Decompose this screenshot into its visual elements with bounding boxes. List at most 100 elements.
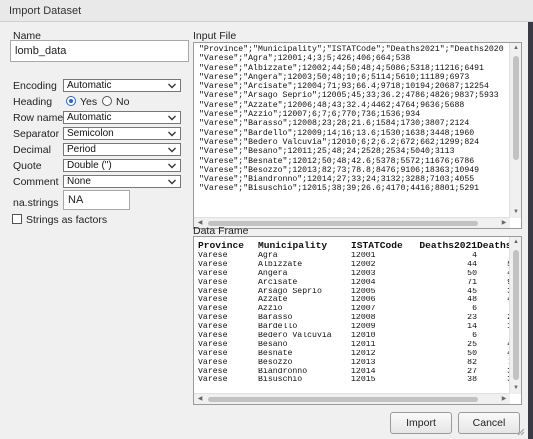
table-row: VareseBesano120112548 <box>198 341 517 350</box>
input-file-line: "Varese";"Besozzo";12013;82;73;78.8;8476… <box>199 165 480 175</box>
arrow-down-icon[interactable]: ▼ <box>510 383 521 394</box>
table-cell: 12007 <box>351 305 376 314</box>
table-cell: 6 <box>472 332 477 341</box>
table-cell: Varese <box>198 278 228 287</box>
table-cell: 14 <box>467 323 477 332</box>
table-cell: 12012 <box>351 349 376 358</box>
nastrings-input[interactable]: NA <box>63 190 130 210</box>
table-cell: 12006 <box>351 296 376 305</box>
arrow-left-icon[interactable]: ◀ <box>194 394 206 404</box>
table-cell: 12001 <box>351 252 376 260</box>
df-horizontal-scrollbar[interactable]: ◀ ▶ <box>194 393 510 404</box>
strings-as-factors-checkbox[interactable] <box>12 214 22 224</box>
strings-as-factors-label: Strings as factors <box>26 214 108 226</box>
input-file-header-line: "Province";"Municipality";"ISTATCode";"D… <box>199 45 504 54</box>
column-header[interactable]: ISTATCode <box>351 239 417 252</box>
table-cell: Bardello <box>258 323 298 332</box>
chevron-down-icon <box>168 163 176 169</box>
rownames-select[interactable]: Automatic <box>63 111 181 124</box>
arrow-right-icon[interactable]: ▶ <box>498 218 510 228</box>
heading-yes-label: Yes <box>80 96 98 108</box>
table-cell: 12014 <box>351 367 376 376</box>
table-cell: Varese <box>198 252 228 260</box>
input-file-line: "Varese";"Arsago Seprio";12005;45;33;36.… <box>199 91 499 101</box>
table-cell: 25 <box>467 340 477 349</box>
table-row: VareseAgra1200143 <box>198 252 517 261</box>
separator-value: Semicolon <box>67 128 114 139</box>
input-vscroll-thumb[interactable] <box>513 56 519 160</box>
table-row: VareseAngera120035048 <box>198 270 517 279</box>
table-cell: Arsago Seprio <box>258 287 322 296</box>
arrow-right-icon[interactable]: ▶ <box>498 394 510 404</box>
table-row: VareseAzzio1200767 <box>198 305 517 314</box>
table-row: VareseBiandronno120142733 <box>198 368 517 377</box>
table-cell: 12008 <box>351 314 376 323</box>
input-file-line: "Varese";"Angera";12003;50;48;10;6;5114;… <box>199 72 470 82</box>
comment-value: None <box>67 176 91 187</box>
encoding-select[interactable]: Automatic <box>63 79 181 92</box>
separator-select[interactable]: Semicolon <box>63 127 181 140</box>
input-file-line: "Varese";"Bedero Valcuvia";12010;6;2;6.2… <box>199 137 480 147</box>
arrow-down-icon[interactable]: ▼ <box>510 207 521 218</box>
table-cell: Varese <box>198 323 228 332</box>
chevron-down-icon <box>168 115 176 121</box>
df-hscroll-thumb[interactable] <box>208 397 478 402</box>
decimal-select[interactable]: Period <box>63 143 181 156</box>
table-cell: Varese <box>198 376 228 385</box>
heading-label: Heading <box>13 96 53 108</box>
df-vertical-scrollbar[interactable]: ▲ ▼ <box>509 237 521 394</box>
input-vertical-scrollbar[interactable]: ▲ ▼ <box>509 43 521 218</box>
table-cell: Agra <box>258 252 278 260</box>
table-cell: Besozzo <box>258 358 293 367</box>
encoding-value: Automatic <box>67 80 112 91</box>
arrow-up-icon[interactable]: ▲ <box>510 43 521 54</box>
input-file-line: "Varese";"Barasso";12008;23;28;21.6;1584… <box>199 119 470 129</box>
comment-select[interactable]: None <box>63 175 181 188</box>
table-cell: Varese <box>198 287 228 296</box>
table-cell: 48 <box>467 296 477 305</box>
cancel-button[interactable]: Cancel <box>458 412 520 434</box>
table-cell: 12015 <box>351 376 376 385</box>
table-cell: 50 <box>467 349 477 358</box>
table-cell: Azzio <box>258 305 283 314</box>
table-cell: Bisuschio <box>258 376 303 385</box>
df-vscroll-thumb[interactable] <box>513 250 519 380</box>
data-frame-panel[interactable]: Province Municipality ISTATCode Deaths2021D… <box>193 236 522 405</box>
column-header[interactable]: Deaths2021 <box>417 239 477 252</box>
chevron-down-icon <box>168 147 176 153</box>
column-header[interactable]: Province <box>198 239 258 252</box>
table-row: VareseAlbizzate120024450 <box>198 261 517 270</box>
data-frame-table: Province Municipality ISTATCode Deaths2021D… <box>198 239 517 385</box>
input-file-line: "Varese";"Agra";12001;4;3;5;426;406;664;… <box>199 54 411 64</box>
arrow-up-icon[interactable]: ▲ <box>510 237 521 248</box>
column-header[interactable]: Municipality <box>258 239 351 252</box>
table-cell: Barasso <box>258 314 293 323</box>
resize-grip-icon[interactable] <box>517 428 525 436</box>
quote-value: Double (") <box>67 160 112 171</box>
input-file-panel[interactable]: "Province";"Municipality";"ISTATCode";"D… <box>193 42 522 229</box>
table-cell: 50 <box>467 269 477 278</box>
input-file-line: "Varese";"Besano";12011;25;48;24;2528;25… <box>199 147 455 157</box>
window-title: Import Dataset <box>0 0 533 22</box>
table-cell: Varese <box>198 296 228 305</box>
chevron-down-icon <box>168 131 176 137</box>
table-row: VareseBesnate120125048 <box>198 350 517 359</box>
import-dataset-dialog: Name lomb_data Encoding Automatic Headin… <box>0 22 528 439</box>
name-input[interactable]: lomb_data <box>10 40 189 62</box>
quote-select[interactable]: Double (") <box>63 159 181 172</box>
table-cell: 12013 <box>351 358 376 367</box>
heading-yes-radio[interactable] <box>66 96 76 106</box>
encoding-label: Encoding <box>13 80 57 92</box>
chevron-down-icon <box>168 179 176 185</box>
table-cell: 12004 <box>351 278 376 287</box>
input-hscroll-thumb[interactable] <box>208 221 478 226</box>
table-cell: Biandronno <box>258 367 308 376</box>
table-cell: Varese <box>198 269 228 278</box>
input-file-label: Input File <box>193 30 237 42</box>
rownames-value: Automatic <box>67 112 112 123</box>
table-row: VareseArcisate120047193 <box>198 279 517 288</box>
table-cell: 71 <box>467 278 477 287</box>
table-cell: Varese <box>198 260 228 269</box>
import-button[interactable]: Import <box>390 412 452 434</box>
heading-no-radio[interactable] <box>102 96 112 106</box>
